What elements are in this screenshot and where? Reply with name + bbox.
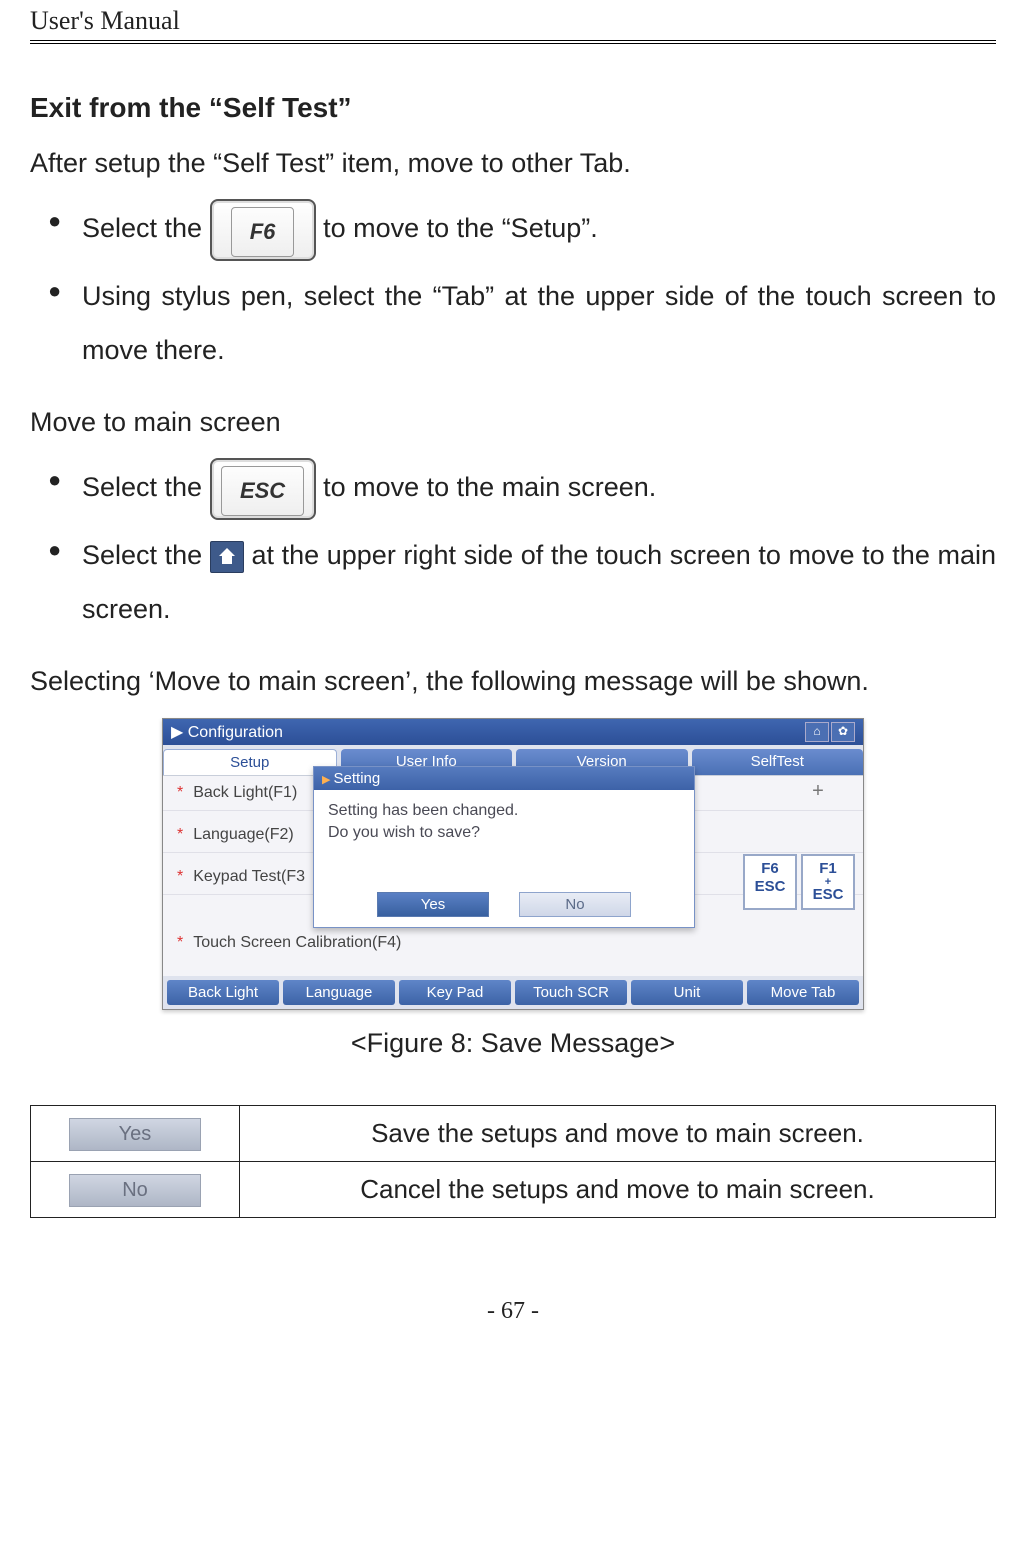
f6-key-label: F6 <box>231 207 295 257</box>
section-move-title: Move to main screen <box>30 401 996 444</box>
setting-dialog: Setting Setting has been changed. Do you… <box>313 766 695 928</box>
yes-cell: Yes <box>31 1105 240 1161</box>
section-exit-title: Exit from the “Self Test” <box>30 92 996 124</box>
yes-button-graphic: Yes <box>69 1118 201 1151</box>
key-label: ESC <box>803 886 853 904</box>
screenshot-configuration: ▶ Configuration ⌂✿ Setup User Info Versi… <box>162 718 864 1010</box>
fbtn-language[interactable]: Language <box>283 980 395 1005</box>
tab-setup[interactable]: Setup <box>163 749 337 775</box>
bullet-home: Select the at the upper right side of th… <box>30 528 996 636</box>
fbtn-keypad[interactable]: Key Pad <box>399 980 511 1005</box>
settings-icon[interactable]: ✿ <box>831 722 855 742</box>
bullet-stylus-tab: Using stylus pen, select the “Tab” at th… <box>30 269 996 377</box>
esc-key-label: ESC <box>221 466 304 516</box>
dialog-title: Setting <box>314 767 694 790</box>
plus-indicator: + <box>783 780 853 803</box>
text-frag: Select the <box>82 540 210 570</box>
yes-button[interactable]: Yes <box>377 892 489 917</box>
fbtn-touchscr[interactable]: Touch SCR <box>515 980 627 1005</box>
window-title: Configuration <box>188 724 283 741</box>
text-frag: to move to the main screen. <box>323 473 656 503</box>
section-exit-intro: After setup the “Self Test” item, move t… <box>30 142 996 185</box>
text-frag: Select the <box>82 213 210 243</box>
text-frag: Select the <box>82 473 210 503</box>
sidekey-f6-esc: F6 ESC <box>743 854 797 911</box>
yes-description: Save the setups and move to main screen. <box>240 1105 996 1161</box>
key-label: + <box>803 878 853 887</box>
fbtn-unit[interactable]: Unit <box>631 980 743 1005</box>
text-frag: to move to the “Setup”. <box>323 213 598 243</box>
row-label: Language(F2) <box>193 826 294 843</box>
window-buttons: ⌂✿ <box>803 722 855 742</box>
tab-selftest[interactable]: SelfTest <box>692 749 864 775</box>
side-keys: F6 ESC F1 + ESC <box>743 854 855 911</box>
no-button[interactable]: No <box>519 892 631 917</box>
running-header: User's Manual <box>30 0 996 44</box>
figure-caption: <Figure 8: Save Message> <box>30 1028 996 1059</box>
sidekey-f1-esc: F1 + ESC <box>801 854 855 911</box>
no-description: Cancel the setups and move to main scree… <box>240 1161 996 1217</box>
home-icon <box>210 541 244 573</box>
fbtn-movetab[interactable]: Move Tab <box>747 980 859 1005</box>
row-label: Back Light(F1) <box>193 784 297 801</box>
lead-text: Selecting ‘Move to main screen’, the fol… <box>30 660 996 703</box>
row-touchcal: *Touch Screen Calibration(F4) <box>163 926 863 960</box>
yes-no-table: Yes Save the setups and move to main scr… <box>30 1105 996 1218</box>
f6-key-icon: F6 <box>210 199 316 261</box>
key-label: F6 <box>745 860 795 878</box>
no-button-graphic: No <box>69 1174 201 1207</box>
fbtn-backlight[interactable]: Back Light <box>167 980 279 1005</box>
bullet-f6: Select the F6 to move to the “Setup”. <box>30 199 996 261</box>
bullet-esc: Select the ESC to move to the main scree… <box>30 458 996 520</box>
row-label: Keypad Test(F3 <box>193 868 305 885</box>
key-label: F1 <box>803 860 853 878</box>
esc-key-icon: ESC <box>210 458 316 520</box>
footer-buttons: Back Light Language Key Pad Touch SCR Un… <box>163 976 863 1009</box>
row-label: Touch Screen Calibration(F4) <box>193 934 401 951</box>
home-icon[interactable]: ⌂ <box>805 722 829 742</box>
key-label: ESC <box>745 878 795 896</box>
dialog-line1: Setting has been changed. <box>328 800 680 822</box>
window-titlebar: ▶ Configuration ⌂✿ <box>163 719 863 745</box>
no-cell: No <box>31 1161 240 1217</box>
dialog-line2: Do you wish to save? <box>328 822 680 844</box>
page-number: - 67 - <box>30 1298 996 1325</box>
